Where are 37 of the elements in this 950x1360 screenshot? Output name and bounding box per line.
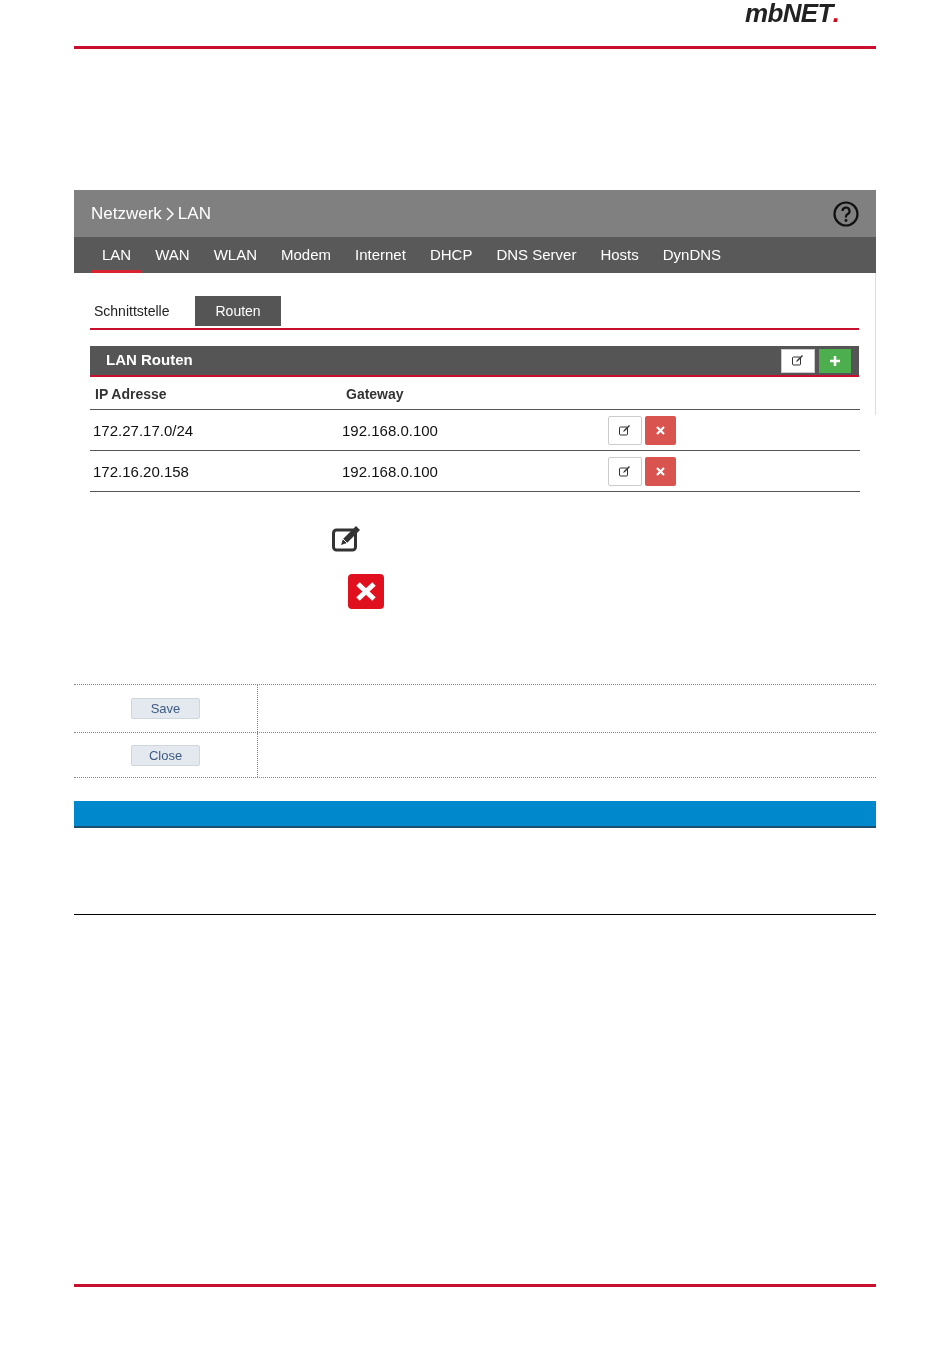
nav-tab[interactable]: Modem — [271, 237, 341, 273]
delete-button[interactable] — [645, 456, 676, 486]
chevron-right-icon — [165, 206, 174, 221]
edit-button[interactable] — [781, 348, 815, 373]
add-button[interactable] — [819, 348, 851, 373]
edit-icon — [619, 465, 631, 477]
nav-tab[interactable]: Hosts — [590, 237, 649, 273]
table-cell-text: 192.168.0.100 — [342, 462, 439, 483]
breadcrumb-link[interactable]: Netzwerk — [91, 200, 162, 227]
close-icon — [656, 466, 665, 476]
edit-button[interactable] — [608, 456, 642, 486]
nav-tab[interactable]: WAN — [145, 237, 200, 273]
nav-tab[interactable]: Internet — [345, 237, 416, 273]
column-header: Gateway — [346, 384, 404, 404]
nav-tab[interactable]: WLAN — [203, 237, 267, 273]
breadcrumb-current: LAN — [177, 202, 211, 225]
table-cell-text: 172.27.17.0/24 — [92, 421, 195, 442]
close-icon — [656, 425, 665, 435]
sub-tab[interactable]: Routen — [195, 296, 281, 326]
help-icon[interactable] — [833, 200, 859, 227]
delete-icon — [348, 574, 384, 609]
nav-tab[interactable]: DHCP — [419, 237, 483, 273]
edit-icon — [619, 424, 631, 436]
action-button[interactable]: Save — [131, 698, 200, 719]
edit-button[interactable] — [608, 415, 642, 445]
column-header: IP Adresse — [94, 384, 168, 404]
edit-icon — [792, 355, 804, 366]
plus-icon — [830, 355, 840, 366]
logo-text: mbNET — [745, 0, 833, 26]
section-title: LAN Routen — [106, 350, 193, 371]
delete-button[interactable] — [645, 415, 676, 445]
nav-tab[interactable]: LAN — [92, 237, 142, 273]
nav-tab[interactable]: DynDNS — [652, 237, 732, 273]
table-cell-text: 172.16.20.158 — [92, 462, 190, 483]
table-cell-text: 192.168.0.100 — [342, 421, 439, 442]
nav-tab[interactable]: DNS Server — [486, 237, 587, 273]
action-button[interactable]: Close — [131, 744, 200, 766]
